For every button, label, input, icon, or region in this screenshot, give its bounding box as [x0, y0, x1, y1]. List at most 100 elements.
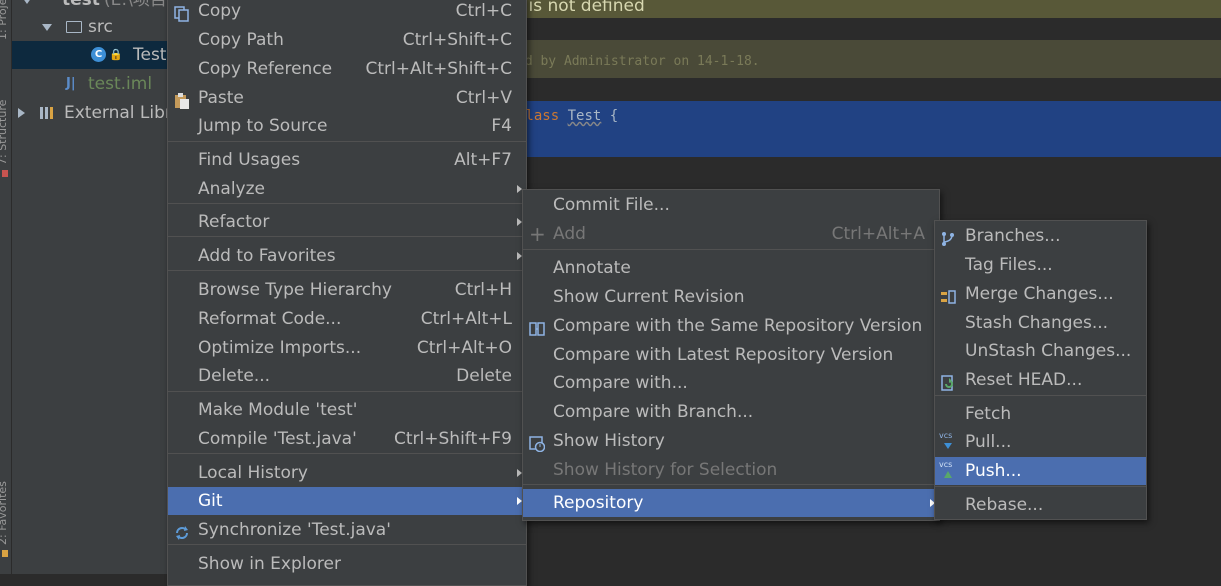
folder-icon — [66, 21, 82, 33]
shortcut-text: Delete — [456, 366, 512, 386]
menu-item-compile[interactable]: Compile 'Test.java' Ctrl+Shift+F9 — [168, 425, 526, 453]
vcs-pull-icon: vcs — [939, 430, 955, 449]
menu-item-reset-head[interactable]: Reset HEAD... — [935, 366, 1146, 394]
menu-item-unstash-changes[interactable]: UnStash Changes... — [935, 337, 1146, 365]
menu-item-analyze[interactable]: Analyze — [168, 175, 526, 203]
class-name: Test — [567, 108, 602, 124]
menu-item-label: Compare with Branch... — [553, 402, 754, 422]
tree-item-iml[interactable]: J| test.iml — [12, 70, 172, 98]
shortcut-text: Ctrl+H — [454, 280, 512, 300]
menu-separator — [168, 391, 526, 392]
menu-item-push[interactable]: vcs Push... — [935, 457, 1146, 485]
menu-separator — [523, 484, 939, 485]
menu-item-reformat-code[interactable]: Reformat Code... Ctrl+Alt+L — [168, 305, 526, 333]
menu-item-commit-file[interactable]: Commit File... — [523, 191, 939, 219]
menu-item-copy-path[interactable]: Copy Path Ctrl+Shift+C — [168, 26, 526, 54]
menu-item-delete[interactable]: Delete... Delete — [168, 362, 526, 390]
menu-item-make-module[interactable]: Make Module 'test' — [168, 396, 526, 424]
menu-item-copy-reference[interactable]: Copy Reference Ctrl+Alt+Shift+C — [168, 55, 526, 83]
menu-item-label: Compile 'Test.java' — [198, 429, 357, 449]
menu-item-jump-to-source[interactable]: Jump to Source F4 — [168, 112, 526, 140]
menu-item-label: Paste — [198, 88, 244, 108]
menu-item-browse-type-hierarchy[interactable]: Browse Type Hierarchy Ctrl+H — [168, 276, 526, 304]
menu-item-paste[interactable]: Paste Ctrl+V — [168, 84, 526, 112]
git-submenu: Commit File... + Add Ctrl+Alt+A Annotate… — [522, 189, 940, 521]
menu-item-merge-changes[interactable]: Merge Changes... — [935, 280, 1146, 308]
menu-item-compare-same-repo-version[interactable]: Compare with the Same Repository Version — [523, 312, 939, 340]
shortcut-text: Ctrl+Shift+C — [402, 30, 512, 50]
menu-separator — [168, 236, 526, 237]
menu-item-compare-with-branch[interactable]: Compare with Branch... — [523, 398, 939, 426]
reset-icon — [940, 372, 956, 391]
menu-item-branches[interactable]: Branches... — [935, 222, 1146, 250]
menu-item-label: Pull... — [965, 432, 1012, 452]
menu-separator — [168, 203, 526, 204]
menu-item-label: Show History for Selection — [553, 460, 778, 480]
menu-item-repository[interactable]: Repository — [523, 489, 939, 517]
copy-icon — [174, 3, 190, 22]
menu-item-label: Copy Path — [198, 30, 284, 50]
menu-item-git[interactable]: Git — [168, 487, 526, 515]
menu-item-label: Fetch — [965, 404, 1012, 424]
repository-submenu: Branches... Tag Files... Merge Changes..… — [934, 220, 1147, 520]
menu-item-label: Merge Changes... — [965, 284, 1114, 304]
menu-item-show-current-revision[interactable]: Show Current Revision — [523, 283, 939, 311]
menu-item-copy[interactable]: Copy Ctrl+C — [168, 0, 526, 25]
expand-arrow-icon[interactable] — [42, 24, 52, 31]
tree-item-label: test.iml — [88, 74, 153, 94]
menu-item-optimize-imports[interactable]: Optimize Imports... Ctrl+Alt+O — [168, 334, 526, 362]
menu-item-label: Compare with the Same Repository Version — [553, 316, 923, 336]
menu-item-find-usages[interactable]: Find Usages Alt+F7 — [168, 146, 526, 174]
menu-item-label: Tag Files... — [965, 255, 1053, 275]
menu-separator — [168, 544, 526, 545]
project-tree: test (E:\项目... src C 🔒 Test J| test.iml … — [12, 0, 183, 574]
menu-item-label: Commit File... — [553, 195, 670, 215]
history-icon — [529, 433, 546, 453]
shortcut-text: Ctrl+Alt+O — [416, 338, 512, 358]
menu-item-pull[interactable]: vcs Pull... — [935, 428, 1146, 456]
menu-item-label: Show History — [553, 431, 665, 451]
tree-item-label: Test — [133, 45, 167, 65]
compare-icon — [529, 318, 545, 336]
shortcut-text: Ctrl+Alt+L — [420, 309, 512, 329]
structure-tab[interactable]: 7: Structure — [0, 100, 9, 165]
menu-item-label: Synchronize 'Test.java' — [198, 520, 391, 540]
paste-icon — [174, 90, 190, 109]
menu-separator — [523, 249, 939, 250]
menu-item-add-to-favorites[interactable]: Add to Favorites — [168, 242, 526, 270]
favorites-tab[interactable]: 2: Favorites — [0, 481, 9, 545]
sync-icon — [174, 522, 190, 540]
tree-item-label: test — [62, 0, 100, 10]
menu-item-refactor[interactable]: Refactor — [168, 208, 526, 236]
menu-item-compare-with[interactable]: Compare with... — [523, 369, 939, 397]
class-icon: C — [91, 47, 106, 62]
menu-item-stash-changes[interactable]: Stash Changes... — [935, 309, 1146, 337]
menu-item-fetch[interactable]: Fetch — [935, 400, 1146, 428]
menu-item-compare-latest-repo-version[interactable]: Compare with Latest Repository Version — [523, 341, 939, 369]
menu-item-add[interactable]: + Add Ctrl+Alt+A — [523, 220, 939, 248]
tree-item-project-root[interactable]: test (E:\项目... — [12, 0, 183, 14]
menu-item-local-history[interactable]: Local History — [168, 459, 526, 487]
class-declaration-line: class Test { — [517, 108, 618, 124]
tree-item-test-class[interactable]: C 🔒 Test — [12, 41, 172, 69]
tree-item-src[interactable]: src — [12, 13, 172, 41]
menu-item-label: Refactor — [198, 212, 270, 232]
author-comment: ed by Administrator on 14-1-18. — [517, 54, 760, 69]
expand-arrow-icon[interactable] — [22, 0, 32, 4]
menu-item-synchronize[interactable]: Synchronize 'Test.java' — [168, 516, 526, 544]
library-icon — [40, 107, 56, 119]
module-file-icon: J| — [66, 76, 76, 91]
menu-item-annotate[interactable]: Annotate — [523, 254, 939, 282]
menu-item-label: Delete... — [198, 366, 271, 386]
menu-item-label: Show Current Revision — [553, 287, 745, 307]
tree-item-external-libraries[interactable]: External Libr — [12, 99, 172, 127]
open-brace: { — [609, 108, 619, 124]
menu-item-show-history[interactable]: Show History — [523, 427, 939, 455]
vcs-push-icon: vcs — [939, 459, 955, 478]
project-tab[interactable]: 1: Project — [0, 0, 9, 40]
expand-arrow-icon[interactable] — [18, 108, 25, 118]
menu-item-label: Branches... — [965, 226, 1061, 246]
menu-item-show-history-for-selection[interactable]: Show History for Selection — [523, 456, 939, 484]
menu-item-rebase[interactable]: Rebase... — [935, 491, 1146, 519]
menu-item-tag-files[interactable]: Tag Files... — [935, 251, 1146, 279]
